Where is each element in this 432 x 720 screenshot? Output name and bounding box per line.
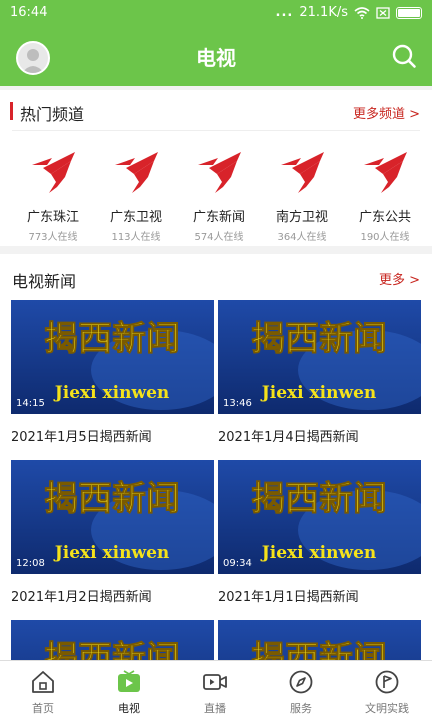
news-thumbnail-graphic: 揭西新闻 — [218, 620, 421, 660]
channel-name: 广东卫视 — [109, 210, 162, 225]
channel-item[interactable]: 南方卫视 364人在线 — [267, 140, 337, 246]
channel-logo-icon — [198, 152, 241, 193]
channel-logo-icon — [115, 152, 158, 193]
tv-news-section: 电视新闻 更多 > 揭西新闻 Jiexi xinwen 14:15 2021年1… — [0, 254, 432, 660]
channel-name: 广东公共 — [358, 210, 411, 225]
status-icons: ... 21.1K/s — [276, 5, 422, 20]
nav-item-live[interactable]: 直播 — [172, 661, 258, 720]
nav-item-tv[interactable]: 电视 — [86, 661, 172, 720]
thumbnail-title: 揭西新闻 — [44, 479, 180, 519]
thumbnail-title: 揭西新闻 — [44, 319, 180, 359]
nav-item-service[interactable]: 服务 — [258, 661, 344, 720]
channel-name: 广东新闻 — [192, 210, 245, 225]
channel-name: 南方卫视 — [275, 210, 328, 225]
news-thumbnail-graphic: 揭西新闻 Jiexi xinwen — [218, 300, 421, 414]
video-title: 2021年1月1日揭西新闻 — [218, 590, 359, 605]
tv-icon — [118, 670, 140, 692]
more-channels-link[interactable]: 更多频道 > — [353, 103, 420, 122]
thumbnail-subtitle: Jiexi xinwen — [53, 383, 170, 403]
nav-label: 电视 — [118, 702, 140, 715]
video-thumbnail: 揭西新闻 — [11, 620, 214, 660]
video-thumbnail: 揭西新闻 Jiexi xinwen 09:34 — [218, 460, 421, 574]
bottom-nav: 首页 电视 直播 服务 文明实践 — [0, 660, 432, 720]
nav-label: 直播 — [204, 702, 226, 715]
video-duration: 09:34 — [223, 558, 252, 569]
live-camera-icon — [203, 674, 227, 690]
video-thumbnail: 揭西新闻 — [218, 620, 421, 660]
channel-logo-icon — [32, 152, 75, 193]
thumbnail-subtitle: Jiexi xinwen — [53, 543, 170, 563]
channel-logo-icon — [281, 152, 324, 193]
thumbnail-subtitle: Jiexi xinwen — [260, 383, 377, 403]
section-marker — [10, 102, 13, 120]
video-title: 2021年1月2日揭西新闻 — [11, 590, 152, 605]
flag-icon — [375, 670, 399, 694]
news-thumbnail-graphic: 揭西新闻 Jiexi xinwen — [11, 460, 214, 574]
sim-off-icon — [376, 6, 390, 19]
video-thumbnail: 揭西新闻 Jiexi xinwen 14:15 — [11, 300, 214, 414]
page-title: 电视 — [196, 46, 236, 70]
wifi-icon — [354, 6, 370, 19]
nav-item-civilization[interactable]: 文明实践 — [344, 661, 430, 720]
channel-item[interactable]: 广东公共 190人在线 — [350, 140, 420, 246]
network-speed: 21.1K/s — [299, 5, 348, 20]
news-thumbnail-graphic: 揭西新闻 Jiexi xinwen — [218, 460, 421, 574]
nav-item-home[interactable]: 首页 — [0, 661, 86, 720]
video-duration: 12:08 — [16, 558, 45, 569]
thumbnail-title: 揭西新闻 — [44, 639, 180, 660]
nav-label: 服务 — [290, 702, 312, 715]
thumbnail-title: 揭西新闻 — [251, 639, 387, 660]
channel-item[interactable]: 广东卫视 113人在线 — [101, 140, 171, 246]
channel-name: 广东珠江 — [26, 210, 79, 225]
channel-item[interactable]: 广东珠江 773人在线 — [18, 140, 88, 246]
hot-channels-title: 热门频道 — [20, 105, 85, 124]
video-thumbnail: 揭西新闻 Jiexi xinwen 13:46 — [218, 300, 421, 414]
tv-news-title: 电视新闻 — [12, 272, 77, 291]
video-thumbnail: 揭西新闻 Jiexi xinwen 12:08 — [11, 460, 214, 574]
compass-icon — [289, 670, 313, 694]
status-bar: 16:44 ... 21.1K/s — [0, 0, 432, 26]
nav-label: 首页 — [32, 702, 54, 715]
app-header: 电视 — [0, 26, 432, 86]
video-duration: 14:15 — [16, 398, 45, 409]
video-title: 2021年1月5日揭西新闻 — [11, 430, 152, 445]
channel-viewers: 190人在线 — [360, 232, 410, 243]
channel-viewers: 113人在线 — [111, 232, 161, 243]
thumbnail-title: 揭西新闻 — [251, 319, 387, 359]
hot-channels-section: 热门频道 更多频道 > 广东珠江 773人在线 广东卫视 113人在线 广东新闻… — [0, 90, 432, 246]
more-news-link[interactable]: 更多 > — [379, 269, 420, 288]
channel-viewers: 364人在线 — [277, 232, 327, 243]
thumbnail-subtitle: Jiexi xinwen — [260, 543, 377, 563]
video-title: 2021年1月4日揭西新闻 — [218, 430, 359, 445]
nav-label: 文明实践 — [365, 702, 409, 715]
battery-icon — [396, 6, 422, 19]
status-time: 16:44 — [10, 5, 48, 20]
channel-item[interactable]: 广东新闻 574人在线 — [184, 140, 254, 246]
video-duration: 13:46 — [223, 398, 252, 409]
home-icon — [32, 671, 54, 693]
status-dots: ... — [275, 5, 294, 20]
channel-list: 广东珠江 773人在线 广东卫视 113人在线 广东新闻 574人在线 南方卫视… — [0, 140, 432, 246]
channel-viewers: 574人在线 — [194, 232, 244, 243]
news-thumbnail-graphic: 揭西新闻 Jiexi xinwen — [11, 300, 214, 414]
channel-logo-icon — [364, 152, 407, 193]
thumbnail-title: 揭西新闻 — [251, 479, 387, 519]
news-thumbnail-graphic: 揭西新闻 — [11, 620, 214, 660]
channel-viewers: 773人在线 — [28, 232, 78, 243]
divider — [12, 130, 420, 131]
search-icon[interactable] — [390, 42, 418, 70]
